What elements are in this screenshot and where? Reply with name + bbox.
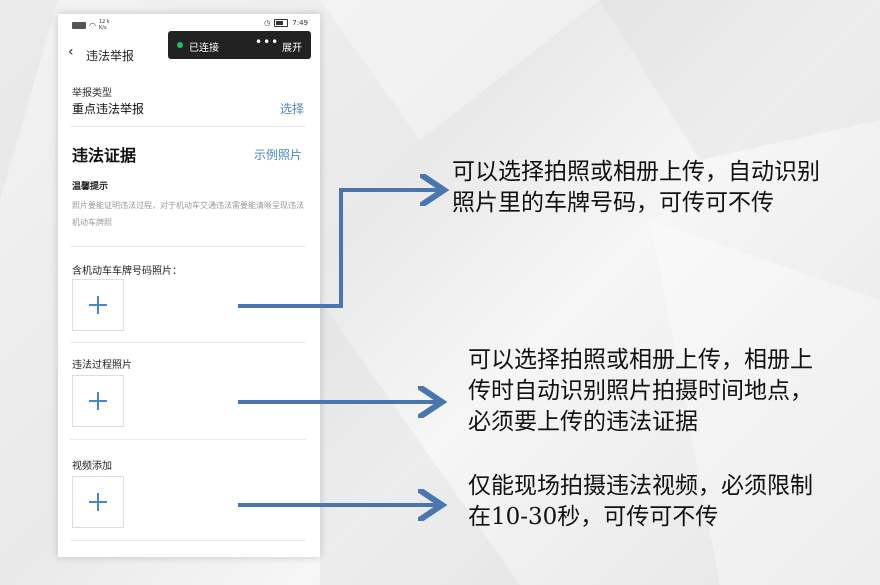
annotation-note-2: 可以选择拍照或相册上传，相册上传时自动识别照片拍摄时间地点，必须要上传的违法证据 <box>468 347 813 435</box>
annotation-note-3: 仅能现场拍摄违法视频，必须限制在10-30秒，可传可不传 <box>468 473 813 530</box>
arrow-1 <box>238 190 440 308</box>
annotation-note-1: 可以选择拍照或相册上传，自动识别照片里的车牌号码，可传可不传 <box>452 159 820 216</box>
